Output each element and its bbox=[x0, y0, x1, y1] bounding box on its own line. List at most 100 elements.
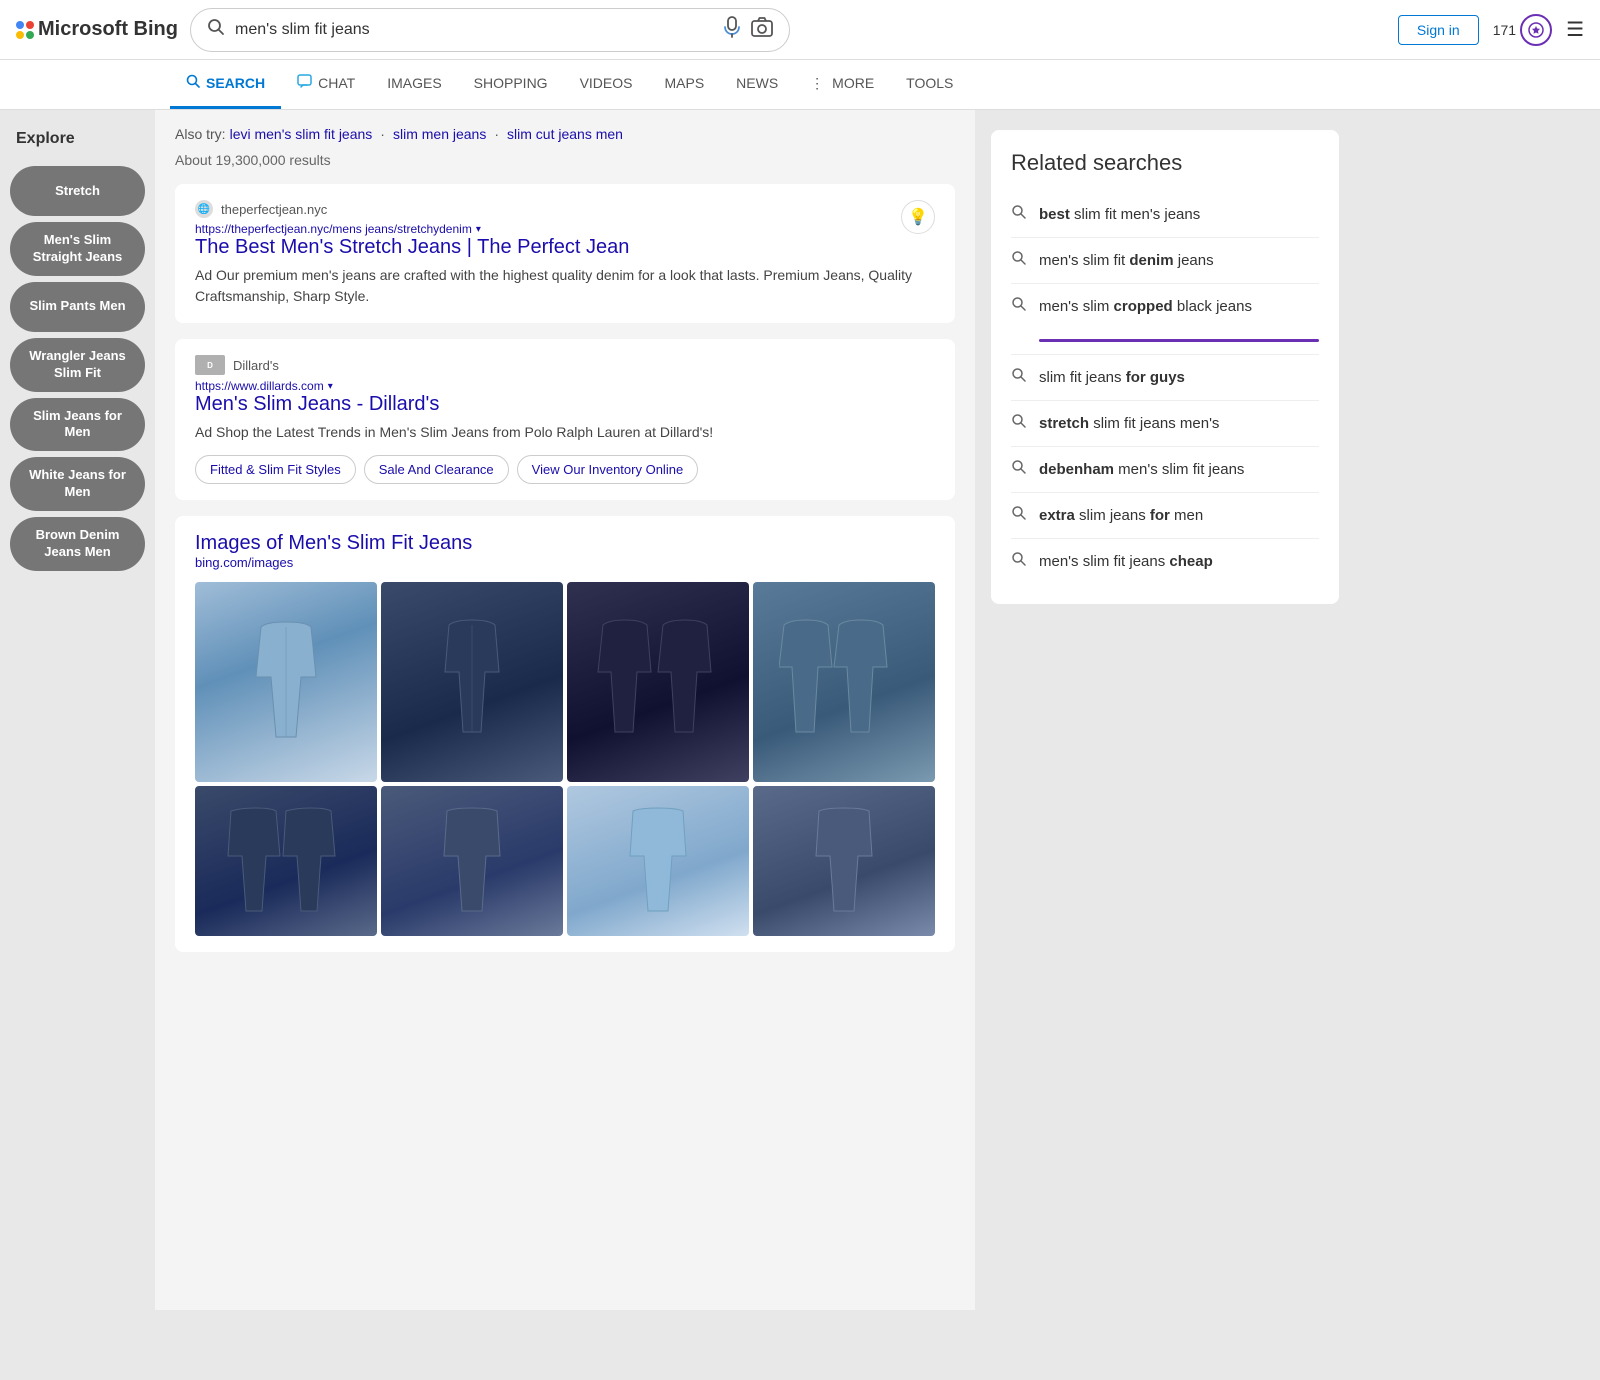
dot-yellow bbox=[16, 31, 24, 39]
camera-icon[interactable] bbox=[751, 17, 773, 42]
related-item-1[interactable]: men's slim fit denim jeans bbox=[1011, 238, 1319, 284]
related-item-2[interactable]: men's slim cropped black jeans bbox=[1011, 284, 1319, 355]
related-item-4[interactable]: stretch slim fit jeans men's bbox=[1011, 401, 1319, 447]
image-1[interactable] bbox=[195, 582, 377, 782]
related-search-icon-7 bbox=[1011, 551, 1027, 572]
tab-tools-label: TOOLS bbox=[906, 75, 953, 91]
jeans-svg-3 bbox=[593, 617, 723, 747]
jeans-svg-6 bbox=[442, 806, 502, 916]
search-bar[interactable] bbox=[190, 8, 790, 52]
jeans-svg-7 bbox=[628, 806, 688, 916]
result-2-title-link[interactable]: Men's Slim Jeans - Dillard's bbox=[195, 393, 439, 415]
related-search-icon-3 bbox=[1011, 367, 1027, 388]
sign-in-button[interactable]: Sign in bbox=[1398, 15, 1479, 45]
dot-green bbox=[26, 31, 34, 39]
also-try-cut[interactable]: slim cut jeans men bbox=[507, 126, 623, 142]
related-text-7: men's slim fit jeans cheap bbox=[1039, 551, 1213, 572]
hamburger-menu-icon[interactable]: ☰ bbox=[1566, 17, 1584, 42]
image-3[interactable] bbox=[567, 582, 749, 782]
related-search-icon-5 bbox=[1011, 459, 1027, 480]
related-item-0[interactable]: best slim fit men's jeans bbox=[1011, 192, 1319, 238]
related-search-icon-1 bbox=[1011, 250, 1027, 271]
purple-underline bbox=[1039, 339, 1319, 342]
dot-sep-2: · bbox=[494, 126, 499, 142]
result-1-desc-text: Ad Our premium men's jeans are crafted w… bbox=[195, 267, 912, 304]
dillards-logo: D bbox=[195, 355, 225, 375]
image-2[interactable] bbox=[381, 582, 563, 782]
pill-inventory[interactable]: View Our Inventory Online bbox=[517, 455, 699, 484]
mic-icon[interactable] bbox=[723, 16, 741, 43]
related-item-6[interactable]: extra slim jeans for men bbox=[1011, 493, 1319, 539]
smart-answer-button[interactable]: 💡 bbox=[901, 200, 935, 234]
logo-dots bbox=[16, 21, 34, 39]
result-2-title[interactable]: Men's Slim Jeans - Dillard's bbox=[195, 393, 935, 416]
tab-news[interactable]: NEWS bbox=[720, 61, 794, 108]
result-1-title[interactable]: The Best Men's Stretch Jeans | The Perfe… bbox=[195, 236, 935, 259]
sidebar-item-white-jeans[interactable]: White Jeans for Men bbox=[10, 457, 145, 511]
result-2-domain: Dillard's bbox=[233, 358, 279, 373]
dot-blue bbox=[16, 21, 24, 29]
tab-videos[interactable]: VIDEOS bbox=[564, 61, 649, 108]
image-8[interactable] bbox=[753, 786, 935, 936]
sidebar-item-slim-men[interactable]: Slim Jeans for Men bbox=[10, 398, 145, 452]
tab-search[interactable]: SEARCH bbox=[170, 60, 281, 109]
also-try-slim[interactable]: slim men jeans bbox=[393, 126, 486, 142]
tab-shopping[interactable]: SHOPPING bbox=[458, 61, 564, 108]
url-dropdown-icon[interactable]: ▾ bbox=[476, 224, 481, 235]
image-6[interactable] bbox=[381, 786, 563, 936]
right-panel: Related searches best slim fit men's jea… bbox=[975, 110, 1355, 1310]
also-try-levi[interactable]: levi men's slim fit jeans bbox=[230, 126, 373, 142]
result-1-title-link[interactable]: The Best Men's Stretch Jeans | The Perfe… bbox=[195, 236, 629, 258]
related-search-icon-6 bbox=[1011, 505, 1027, 526]
sidebar-item-straight-label: Men's Slim Straight Jeans bbox=[22, 232, 133, 266]
tab-maps[interactable]: MAPS bbox=[648, 61, 720, 108]
bing-logo-icon: Microsoft Bing bbox=[16, 18, 178, 41]
sidebar-item-stretch[interactable]: Stretch bbox=[10, 166, 145, 216]
dot-sep-1: · bbox=[380, 126, 385, 142]
result-1-desc: Ad Our premium men's jeans are crafted w… bbox=[195, 265, 935, 307]
search-input[interactable] bbox=[235, 21, 715, 39]
related-text-0: best slim fit men's jeans bbox=[1039, 204, 1200, 225]
result-1-url: https://theperfectjean.nyc/mens jeans/st… bbox=[195, 222, 472, 236]
tab-chat[interactable]: CHAT bbox=[281, 60, 371, 109]
image-4[interactable] bbox=[753, 582, 935, 782]
also-try: Also try: levi men's slim fit jeans · sl… bbox=[175, 126, 955, 142]
related-text-6: extra slim jeans for men bbox=[1039, 505, 1203, 526]
sidebar-item-wrangler[interactable]: Wrangler Jeans Slim Fit bbox=[10, 338, 145, 392]
sidebar-item-brown-denim[interactable]: Brown Denim Jeans Men bbox=[10, 517, 145, 571]
main-layout: Explore Stretch Men's Slim Straight Jean… bbox=[0, 110, 1600, 1310]
tab-more[interactable]: ⋮ MORE bbox=[794, 61, 890, 109]
images-source[interactable]: bing.com/images bbox=[195, 555, 935, 570]
jeans-svg-8 bbox=[814, 806, 874, 916]
related-item-5[interactable]: debenham men's slim fit jeans bbox=[1011, 447, 1319, 493]
jeans-svg-5 bbox=[226, 806, 346, 916]
content-area: Also try: levi men's slim fit jeans · sl… bbox=[155, 110, 975, 1310]
url-2-dropdown-icon[interactable]: ▾ bbox=[328, 381, 333, 392]
tab-images[interactable]: IMAGES bbox=[371, 61, 457, 108]
result-2-desc-text: Ad Shop the Latest Trends in Men's Slim … bbox=[195, 424, 713, 440]
related-text-2: men's slim cropped black jeans bbox=[1039, 296, 1252, 317]
related-item-7[interactable]: men's slim fit jeans cheap bbox=[1011, 539, 1319, 584]
pill-sale[interactable]: Sale And Clearance bbox=[364, 455, 509, 484]
tab-images-label: IMAGES bbox=[387, 75, 441, 91]
result-2-url: https://www.dillards.com bbox=[195, 379, 324, 393]
sidebar-item-slim-men-label: Slim Jeans for Men bbox=[22, 408, 133, 442]
sidebar-item-straight[interactable]: Men's Slim Straight Jeans bbox=[10, 222, 145, 276]
search-icon bbox=[207, 18, 225, 41]
images-header: Images of Men's Slim Fit Jeans bing.com/… bbox=[195, 532, 935, 570]
result-2-url-row: https://www.dillards.com ▾ bbox=[195, 379, 935, 393]
image-5[interactable] bbox=[195, 786, 377, 936]
images-title[interactable]: Images of Men's Slim Fit Jeans bbox=[195, 532, 935, 555]
sidebar-item-slim-pants-label: Slim Pants Men bbox=[29, 298, 125, 315]
related-item-3[interactable]: slim fit jeans for guys bbox=[1011, 355, 1319, 401]
rewards-circle-icon[interactable] bbox=[1520, 14, 1552, 46]
tab-tools[interactable]: TOOLS bbox=[890, 61, 969, 108]
rewards-count: 171 bbox=[1493, 22, 1516, 38]
pill-fitted[interactable]: Fitted & Slim Fit Styles bbox=[195, 455, 356, 484]
sidebar-item-slim-pants[interactable]: Slim Pants Men bbox=[10, 282, 145, 332]
image-7[interactable] bbox=[567, 786, 749, 936]
related-text-5: debenham men's slim fit jeans bbox=[1039, 459, 1244, 480]
header-right: Sign in 171 ☰ bbox=[1398, 14, 1584, 46]
sidebar-item-brown-denim-label: Brown Denim Jeans Men bbox=[22, 527, 133, 561]
result-card-1: 💡 🌐 theperfectjean.nyc https://theperfec… bbox=[175, 184, 955, 323]
